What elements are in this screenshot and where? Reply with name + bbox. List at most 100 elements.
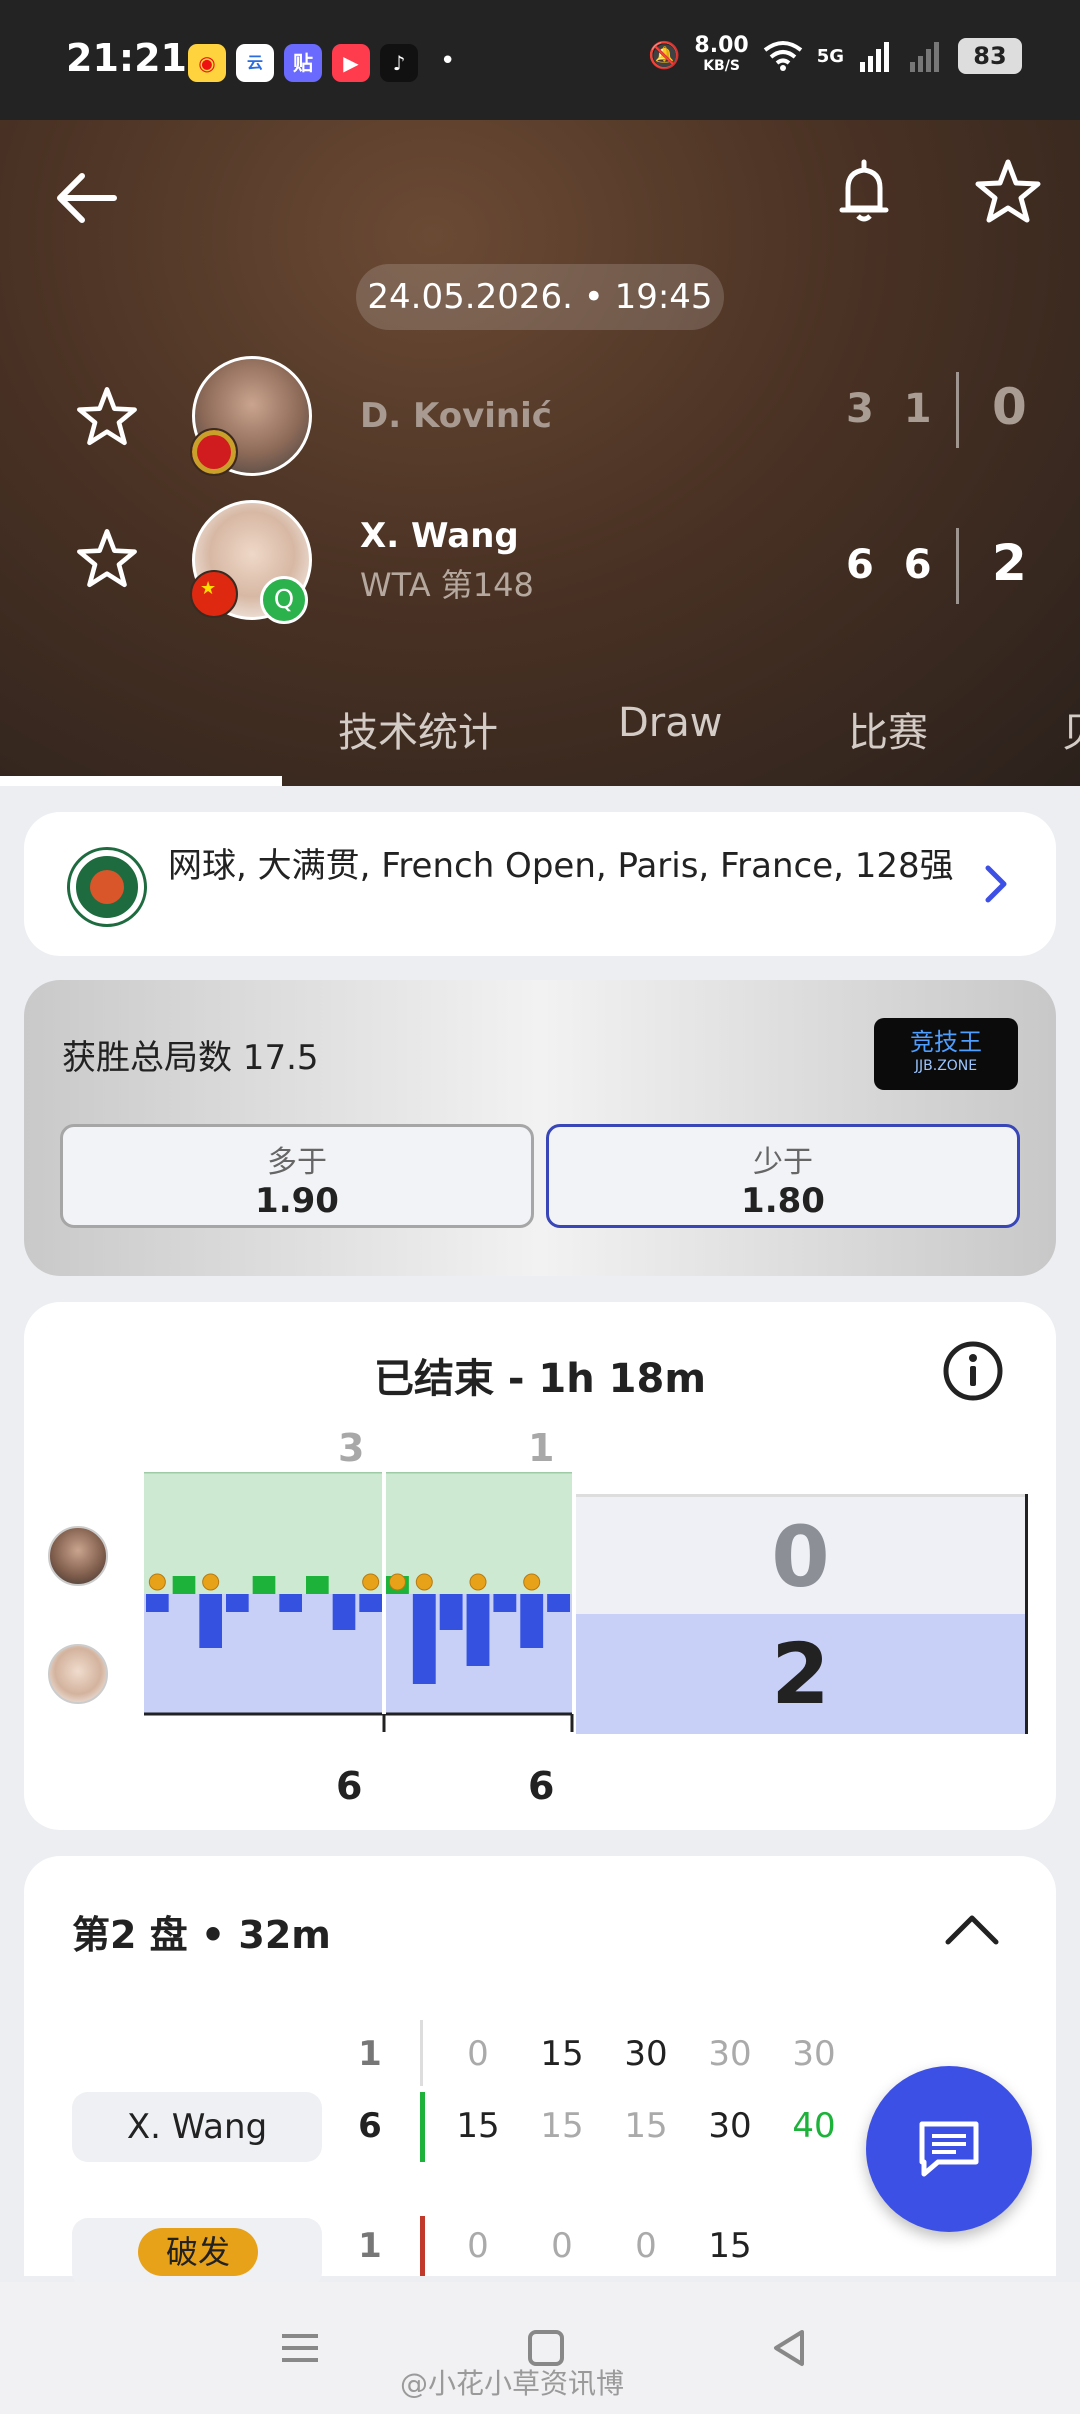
tab-more[interactable]: 贝 bbox=[1062, 700, 1080, 758]
point-cell: 15 bbox=[624, 2106, 668, 2146]
player-favorite-star-icon[interactable] bbox=[72, 524, 142, 594]
point-cell: 15 bbox=[540, 2106, 584, 2146]
momentum-bar-player2 bbox=[493, 1594, 517, 1612]
row-divider bbox=[420, 2020, 423, 2086]
network-type: 5G bbox=[816, 45, 844, 67]
net-speed-value: 8.00 bbox=[694, 33, 749, 58]
bell-icon[interactable] bbox=[826, 154, 902, 230]
momentum-graph bbox=[144, 1472, 574, 1732]
momentum-bar-player2 bbox=[520, 1594, 544, 1648]
video-app-icon: ▶ bbox=[332, 44, 370, 82]
sponsor-sub: JJB.ZONE bbox=[914, 1058, 978, 1074]
point-cell: 15 bbox=[540, 2034, 584, 2074]
odds-under-button[interactable]: 少于 1.80 bbox=[546, 1124, 1020, 1228]
point-cell: 40 bbox=[792, 2106, 836, 2146]
net-speed-unit: KB/S bbox=[703, 58, 740, 74]
odds-under-label: 少于 bbox=[753, 1145, 813, 1180]
set1-top-score: 3 bbox=[338, 1426, 365, 1470]
net-speed: 8.00 KB/S bbox=[694, 33, 749, 76]
odds-market-title: 获胜总局数 17.5 bbox=[62, 1038, 319, 1078]
row1-games: 6 bbox=[358, 2106, 382, 2146]
momentum-bar-player2 bbox=[359, 1594, 382, 1612]
tab-statistics[interactable]: 技术统计 bbox=[338, 700, 498, 758]
serve-ball-icon bbox=[388, 1573, 406, 1591]
player2-set-scores: 6 6 bbox=[846, 542, 940, 588]
point-cell: 0 bbox=[551, 2226, 573, 2266]
player1-name[interactable]: D. Kovinić bbox=[360, 396, 552, 436]
momentum-bar-player2 bbox=[439, 1594, 463, 1630]
watermark: @小花小草资讯博 bbox=[400, 2367, 625, 2400]
odds-over-label: 多于 bbox=[267, 1145, 327, 1180]
point-cell: 30 bbox=[792, 2034, 836, 2074]
point-cell: 15 bbox=[708, 2226, 752, 2266]
row2-games: 1 bbox=[358, 2226, 382, 2266]
active-tab-indicator bbox=[0, 776, 282, 786]
momentum-card: 已结束 - 1h 18m 3 1 6 6 0 2 bbox=[24, 1302, 1056, 1830]
serve-ball-icon bbox=[415, 1573, 433, 1591]
tournament-card[interactable]: 网球, 大满贯, French Open, Paris, France, 128… bbox=[24, 812, 1056, 956]
set2-top-score: 1 bbox=[528, 1426, 555, 1470]
score-divider bbox=[956, 528, 959, 604]
odds-over-button[interactable]: 多于 1.90 bbox=[60, 1124, 534, 1228]
set1-bottom-score: 6 bbox=[336, 1764, 363, 1808]
sponsor-logo[interactable]: 竞技王 JJB.ZONE bbox=[874, 1018, 1018, 1090]
roland-garros-logo bbox=[70, 850, 144, 924]
weibo-icon: ◉ bbox=[188, 44, 226, 82]
mute-icon: 🔕 bbox=[648, 41, 681, 71]
player2-mini-avatar bbox=[48, 1644, 108, 1704]
tab-match[interactable]: 比赛 bbox=[848, 700, 928, 758]
score-divider bbox=[956, 372, 959, 448]
player2-rank: WTA 第148 bbox=[360, 566, 534, 604]
menu-icon[interactable] bbox=[270, 2318, 330, 2378]
point-cell: 0 bbox=[467, 2226, 489, 2266]
player-favorite-star-icon[interactable] bbox=[72, 382, 142, 452]
point-cell: 30 bbox=[708, 2034, 752, 2074]
tiktok-icon: ♪ bbox=[380, 44, 418, 82]
status-time: 21:21 bbox=[66, 36, 187, 80]
favorite-star-icon[interactable] bbox=[970, 154, 1046, 230]
back-arrow-icon[interactable] bbox=[48, 160, 124, 236]
point-cell: 30 bbox=[624, 2034, 668, 2074]
momentum-bar-player2 bbox=[279, 1594, 302, 1612]
serve-ball-icon bbox=[523, 1573, 541, 1591]
status-bar: 21:21 ◉ 云 贴 ▶ ♪ • 🔕 8.00 KB/S 5G 83 bbox=[0, 0, 1080, 120]
tournament-name: 网球, 大满贯, French Open, Paris, France, 128… bbox=[168, 846, 954, 886]
odds-over-value: 1.90 bbox=[255, 1181, 339, 1221]
momentum-bar-player2 bbox=[146, 1594, 169, 1612]
battery-icon: 83 bbox=[958, 38, 1022, 74]
chat-fab-button[interactable] bbox=[866, 2066, 1032, 2232]
player1-sets-won: 0 bbox=[992, 378, 1027, 436]
player2-sets-won: 2 bbox=[992, 534, 1027, 592]
sets-summary: 0 2 bbox=[576, 1494, 1028, 1734]
point-cell: 0 bbox=[467, 2034, 489, 2074]
player1-mini-avatar bbox=[48, 1526, 108, 1586]
momentum-bar-player2 bbox=[199, 1594, 222, 1648]
momentum-bar-player2 bbox=[332, 1594, 356, 1630]
set-detail-title: 第2 盘 • 32m bbox=[72, 1913, 331, 1957]
serve-ball-icon bbox=[148, 1573, 166, 1591]
momentum-bar-player2 bbox=[226, 1594, 249, 1612]
tieba-icon: 贴 bbox=[284, 44, 322, 82]
player2-name[interactable]: X. Wang bbox=[360, 516, 519, 556]
tab-draw[interactable]: Draw bbox=[618, 700, 722, 746]
match-status-title: 已结束 - 1h 18m bbox=[373, 1356, 707, 1402]
player1-set-scores: 3 1 bbox=[846, 386, 940, 432]
tab-bar: 技术统计 Draw 比赛 贝 bbox=[0, 680, 1080, 786]
momentum-bar-player1 bbox=[306, 1576, 329, 1594]
back-nav-icon[interactable] bbox=[760, 2318, 820, 2378]
china-flag-icon bbox=[190, 570, 238, 618]
point-cell: 0 bbox=[635, 2226, 657, 2266]
montenegro-flag-icon bbox=[190, 428, 238, 476]
momentum-bar-player1 bbox=[252, 1576, 276, 1594]
point-cell: 15 bbox=[456, 2106, 500, 2146]
signal-2-icon bbox=[910, 42, 939, 72]
ai-app-icon: 云 bbox=[236, 44, 274, 82]
summary-player1-sets: 0 bbox=[576, 1494, 1025, 1614]
wifi-icon bbox=[763, 41, 802, 71]
point-cell: 30 bbox=[708, 2106, 752, 2146]
break-indicator bbox=[420, 2216, 425, 2276]
info-icon[interactable] bbox=[942, 1340, 1004, 1402]
chevron-up-icon[interactable] bbox=[944, 1908, 1000, 1948]
odds-card: 获胜总局数 17.5 竞技王 JJB.ZONE 多于 1.90 少于 1.80 bbox=[24, 980, 1056, 1276]
match-datetime: 24.05.2026. • 19:45 bbox=[356, 264, 724, 330]
